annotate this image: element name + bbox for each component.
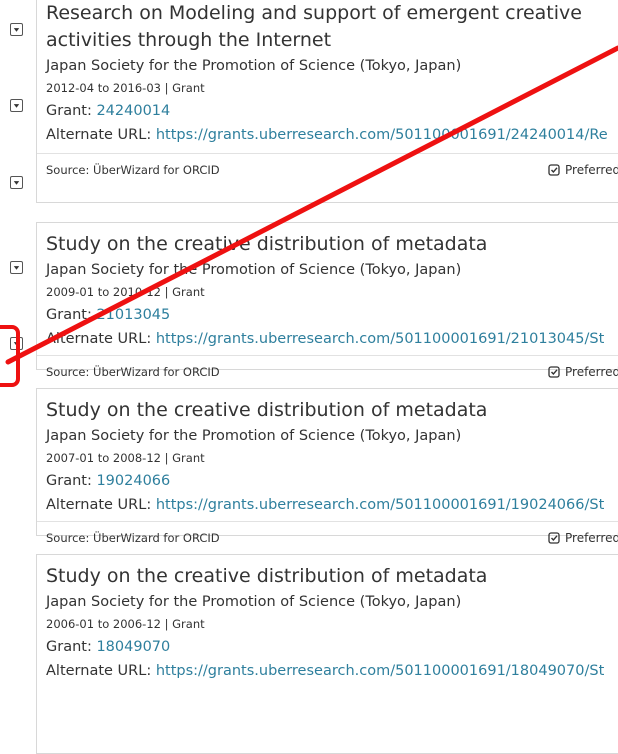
record-grant: Grant: 19024066 [46, 469, 618, 493]
record-organization: Japan Society for the Promotion of Scien… [46, 58, 462, 74]
check-square-icon [548, 164, 560, 176]
chevron-down-icon [13, 28, 20, 32]
record-source: Source: ÜberWizard for ORCID [46, 365, 220, 379]
record-organization: Japan Society for the Promotion of Scien… [46, 594, 462, 610]
preferred-label: Preferred [565, 163, 618, 177]
record-title: Study on the creative distribution of me… [46, 565, 488, 587]
alternate-url-label: Alternate URL: [46, 331, 152, 347]
funding-record-1: Research on Modeling and support of emer… [36, 0, 618, 203]
record-alternate-url: Alternate URL: https://grants.uberresear… [46, 493, 618, 517]
alternate-url-link[interactable]: https://grants.uberresearch.com/50110000… [156, 331, 604, 347]
expand-toggle-1[interactable] [10, 23, 23, 36]
grant-label: Grant: [46, 307, 92, 323]
record-dates: 2007-01 to 2008-12 | Grant [46, 451, 205, 465]
record-dates: 2012-04 to 2016-03 | Grant [46, 81, 205, 95]
chevron-down-icon [13, 266, 20, 270]
grant-number-link[interactable]: 18049070 [96, 639, 170, 655]
expand-toggle-2[interactable] [10, 99, 23, 112]
record-title: Study on the creative distribution of me… [46, 233, 488, 255]
annotation-highlight-box [0, 325, 20, 387]
record-grant: Grant: 24240014 [46, 99, 618, 123]
chevron-down-icon [13, 104, 20, 108]
funding-record-2: Study on the creative distribution of me… [36, 222, 618, 379]
record-title: Study on the creative distribution of me… [46, 399, 488, 421]
chevron-down-icon [13, 181, 20, 185]
alternate-url-link[interactable]: https://grants.uberresearch.com/50110000… [156, 497, 604, 513]
record-dates: 2009-01 to 2010-12 | Grant [46, 285, 205, 299]
preferred-indicator: Preferred [548, 365, 618, 379]
expand-toggle-3[interactable] [10, 176, 23, 189]
record-source: Source: ÜberWizard for ORCID [46, 531, 220, 545]
grant-number-link[interactable]: 24240014 [96, 103, 170, 119]
expand-toggle-5[interactable] [10, 337, 23, 350]
check-square-icon [548, 366, 560, 378]
record-alternate-url: Alternate URL: https://grants.uberresear… [46, 123, 618, 147]
record-title-line: activities through the Internet [46, 29, 332, 51]
record-alternate-url: Alternate URL: https://grants.uberresear… [46, 659, 618, 683]
record-footer: Source: ÜberWizard for ORCID Preferred [37, 521, 618, 554]
funding-record-4: Study on the creative distribution of me… [36, 554, 618, 754]
grant-number-link[interactable]: 21013045 [96, 307, 170, 323]
record-title-line: Research on Modeling and support of emer… [46, 2, 582, 24]
grant-label: Grant: [46, 639, 92, 655]
preferred-label: Preferred [565, 365, 618, 379]
expand-toggle-4[interactable] [10, 261, 23, 274]
funding-record-3: Study on the creative distribution of me… [36, 388, 618, 545]
alternate-url-label: Alternate URL: [46, 663, 152, 679]
preferred-indicator: Preferred [548, 163, 618, 177]
alternate-url-link[interactable]: https://grants.uberresearch.com/50110000… [156, 127, 608, 143]
preferred-label: Preferred [565, 531, 618, 545]
record-grant: Grant: 18049070 [46, 635, 618, 659]
grant-number-link[interactable]: 19024066 [96, 473, 170, 489]
record-footer: Source: ÜberWizard for ORCID Preferred [37, 153, 618, 186]
record-footer: Source: ÜberWizard for ORCID Preferred [37, 355, 618, 388]
preferred-indicator: Preferred [548, 531, 618, 545]
record-alternate-url: Alternate URL: https://grants.uberresear… [46, 327, 618, 351]
grant-label: Grant: [46, 103, 92, 119]
record-grant: Grant: 21013045 [46, 303, 618, 327]
alternate-url-label: Alternate URL: [46, 127, 152, 143]
alternate-url-link[interactable]: https://grants.uberresearch.com/50110000… [156, 663, 604, 679]
record-source: Source: ÜberWizard for ORCID [46, 163, 220, 177]
record-organization: Japan Society for the Promotion of Scien… [46, 428, 462, 444]
chevron-down-icon [13, 342, 20, 346]
grant-label: Grant: [46, 473, 92, 489]
alternate-url-label: Alternate URL: [46, 497, 152, 513]
record-organization: Japan Society for the Promotion of Scien… [46, 262, 462, 278]
record-dates: 2006-01 to 2006-12 | Grant [46, 617, 205, 631]
check-square-icon [548, 532, 560, 544]
